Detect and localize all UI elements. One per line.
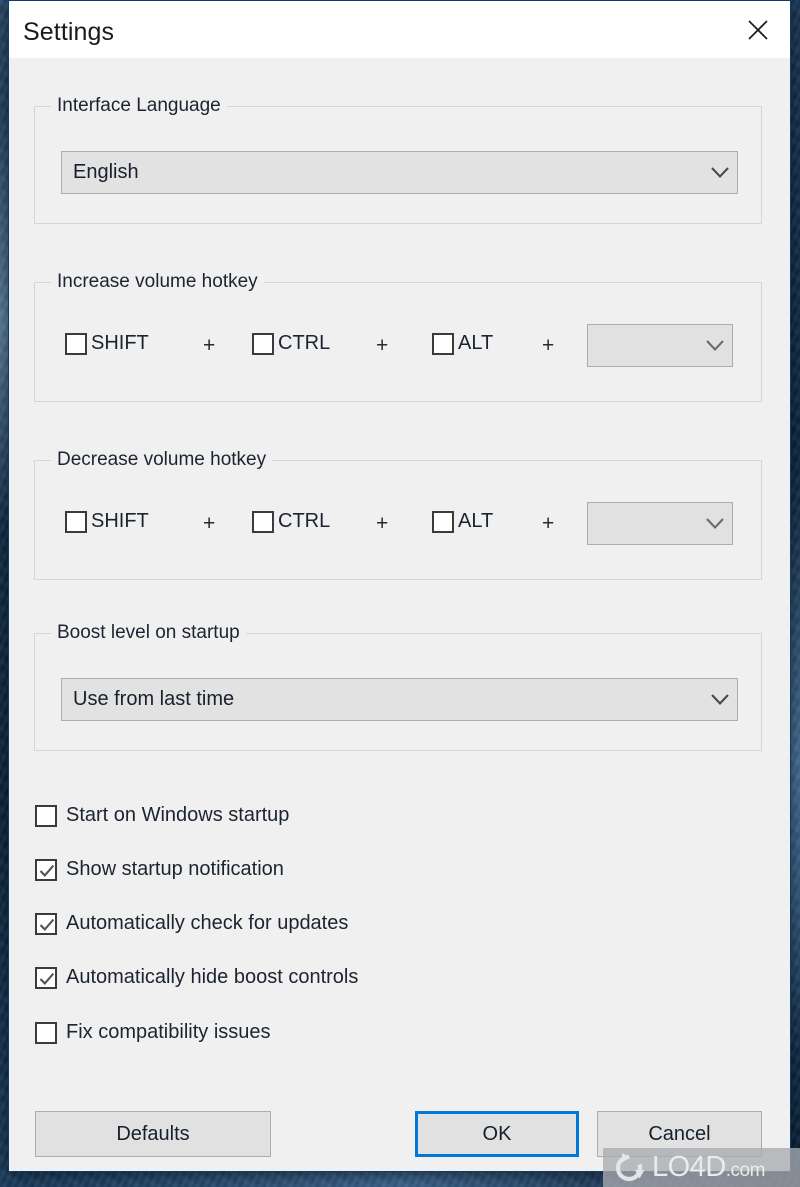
- group-title-increase-volume-hotkey: Increase volume hotkey: [51, 271, 264, 293]
- decrease-hotkey-alt-checkbox[interactable]: ALT: [432, 510, 493, 533]
- settings-dialog: Settings Interface Language English Incr…: [8, 0, 791, 1172]
- boost-level-combobox-value: Use from last time: [73, 688, 235, 710]
- checkbox-box: [35, 966, 57, 989]
- decrease-hotkey-key-combobox[interactable]: [587, 502, 733, 545]
- increase-hotkey-alt-label: ALT: [458, 332, 494, 354]
- increase-hotkey-plus-1: +: [203, 334, 216, 357]
- close-icon: [748, 19, 768, 40]
- increase-hotkey-ctrl-label: CTRL: [278, 332, 331, 354]
- decrease-hotkey-ctrl-label: CTRL: [278, 510, 331, 532]
- chevron-down-icon: [703, 693, 737, 706]
- defaults-button[interactable]: Defaults: [35, 1111, 271, 1157]
- option-start-on-windows-startup[interactable]: Start on Windows startup: [35, 804, 289, 827]
- title-bar: Settings: [9, 1, 790, 58]
- decrease-hotkey-plus-2: +: [376, 512, 389, 535]
- increase-hotkey-ctrl-checkbox[interactable]: CTRL: [252, 332, 330, 355]
- increase-hotkey-shift-label: SHIFT: [91, 332, 149, 354]
- defaults-button-label: Defaults: [116, 1122, 190, 1145]
- option-label: Automatically hide boost controls: [66, 966, 359, 988]
- language-combobox-value: English: [73, 161, 139, 183]
- window-title: Settings: [23, 18, 115, 46]
- ok-button-label: OK: [482, 1122, 512, 1145]
- option-label: Show startup notification: [66, 858, 284, 880]
- increase-hotkey-alt-checkbox[interactable]: ALT: [432, 332, 493, 355]
- cancel-button-label: Cancel: [648, 1122, 711, 1145]
- group-title-interface-language: Interface Language: [51, 95, 227, 117]
- checkbox-box: [35, 912, 57, 935]
- ok-button[interactable]: OK: [415, 1111, 579, 1157]
- close-button[interactable]: [726, 1, 790, 58]
- option-label: Start on Windows startup: [66, 804, 290, 826]
- checkbox-box: [252, 510, 274, 533]
- option-label: Fix compatibility issues: [66, 1021, 271, 1043]
- boost-level-combobox[interactable]: Use from last time: [61, 678, 738, 721]
- decrease-hotkey-shift-checkbox[interactable]: SHIFT: [65, 510, 149, 533]
- checkbox-box: [432, 332, 454, 355]
- checkbox-box: [432, 510, 454, 533]
- option-fix-compatibility-issues[interactable]: Fix compatibility issues: [35, 1021, 271, 1044]
- chevron-down-icon: [698, 517, 732, 530]
- option-automatically-hide-boost-controls[interactable]: Automatically hide boost controls: [35, 966, 358, 989]
- dialog-body: Interface Language English Increase volu…: [9, 58, 790, 1171]
- checkbox-box: [252, 332, 274, 355]
- group-title-boost-level-on-startup: Boost level on startup: [51, 622, 246, 644]
- checkmark-icon: [39, 864, 55, 877]
- increase-hotkey-shift-checkbox[interactable]: SHIFT: [65, 332, 149, 355]
- decrease-hotkey-plus-1: +: [203, 512, 216, 535]
- option-automatically-check-for-updates[interactable]: Automatically check for updates: [35, 912, 348, 935]
- increase-hotkey-plus-2: +: [376, 334, 389, 357]
- watermark-domain: .com: [725, 1160, 766, 1181]
- checkbox-box: [65, 332, 87, 355]
- decrease-hotkey-shift-label: SHIFT: [91, 510, 149, 532]
- increase-hotkey-key-combobox[interactable]: [587, 324, 733, 367]
- option-show-startup-notification[interactable]: Show startup notification: [35, 858, 284, 881]
- refresh-arrows-icon: [615, 1152, 645, 1181]
- chevron-down-icon: [703, 166, 737, 179]
- checkbox-box: [35, 1021, 57, 1044]
- group-title-decrease-volume-hotkey: Decrease volume hotkey: [51, 449, 273, 471]
- increase-hotkey-plus-3: +: [542, 334, 555, 357]
- watermark: LO4D.com: [603, 1148, 800, 1187]
- checkbox-box: [35, 804, 57, 827]
- checkmark-icon: [39, 918, 55, 931]
- decrease-hotkey-ctrl-checkbox[interactable]: CTRL: [252, 510, 330, 533]
- language-combobox[interactable]: English: [61, 151, 738, 194]
- watermark-text: LO4D.com: [652, 1153, 765, 1182]
- chevron-down-icon: [698, 339, 732, 352]
- decrease-hotkey-alt-label: ALT: [458, 510, 494, 532]
- checkbox-box: [65, 510, 87, 533]
- option-label: Automatically check for updates: [66, 912, 349, 934]
- watermark-name: LO4D: [652, 1151, 726, 1183]
- checkbox-box: [35, 858, 57, 881]
- decrease-hotkey-plus-3: +: [542, 512, 555, 535]
- checkmark-icon: [39, 972, 55, 985]
